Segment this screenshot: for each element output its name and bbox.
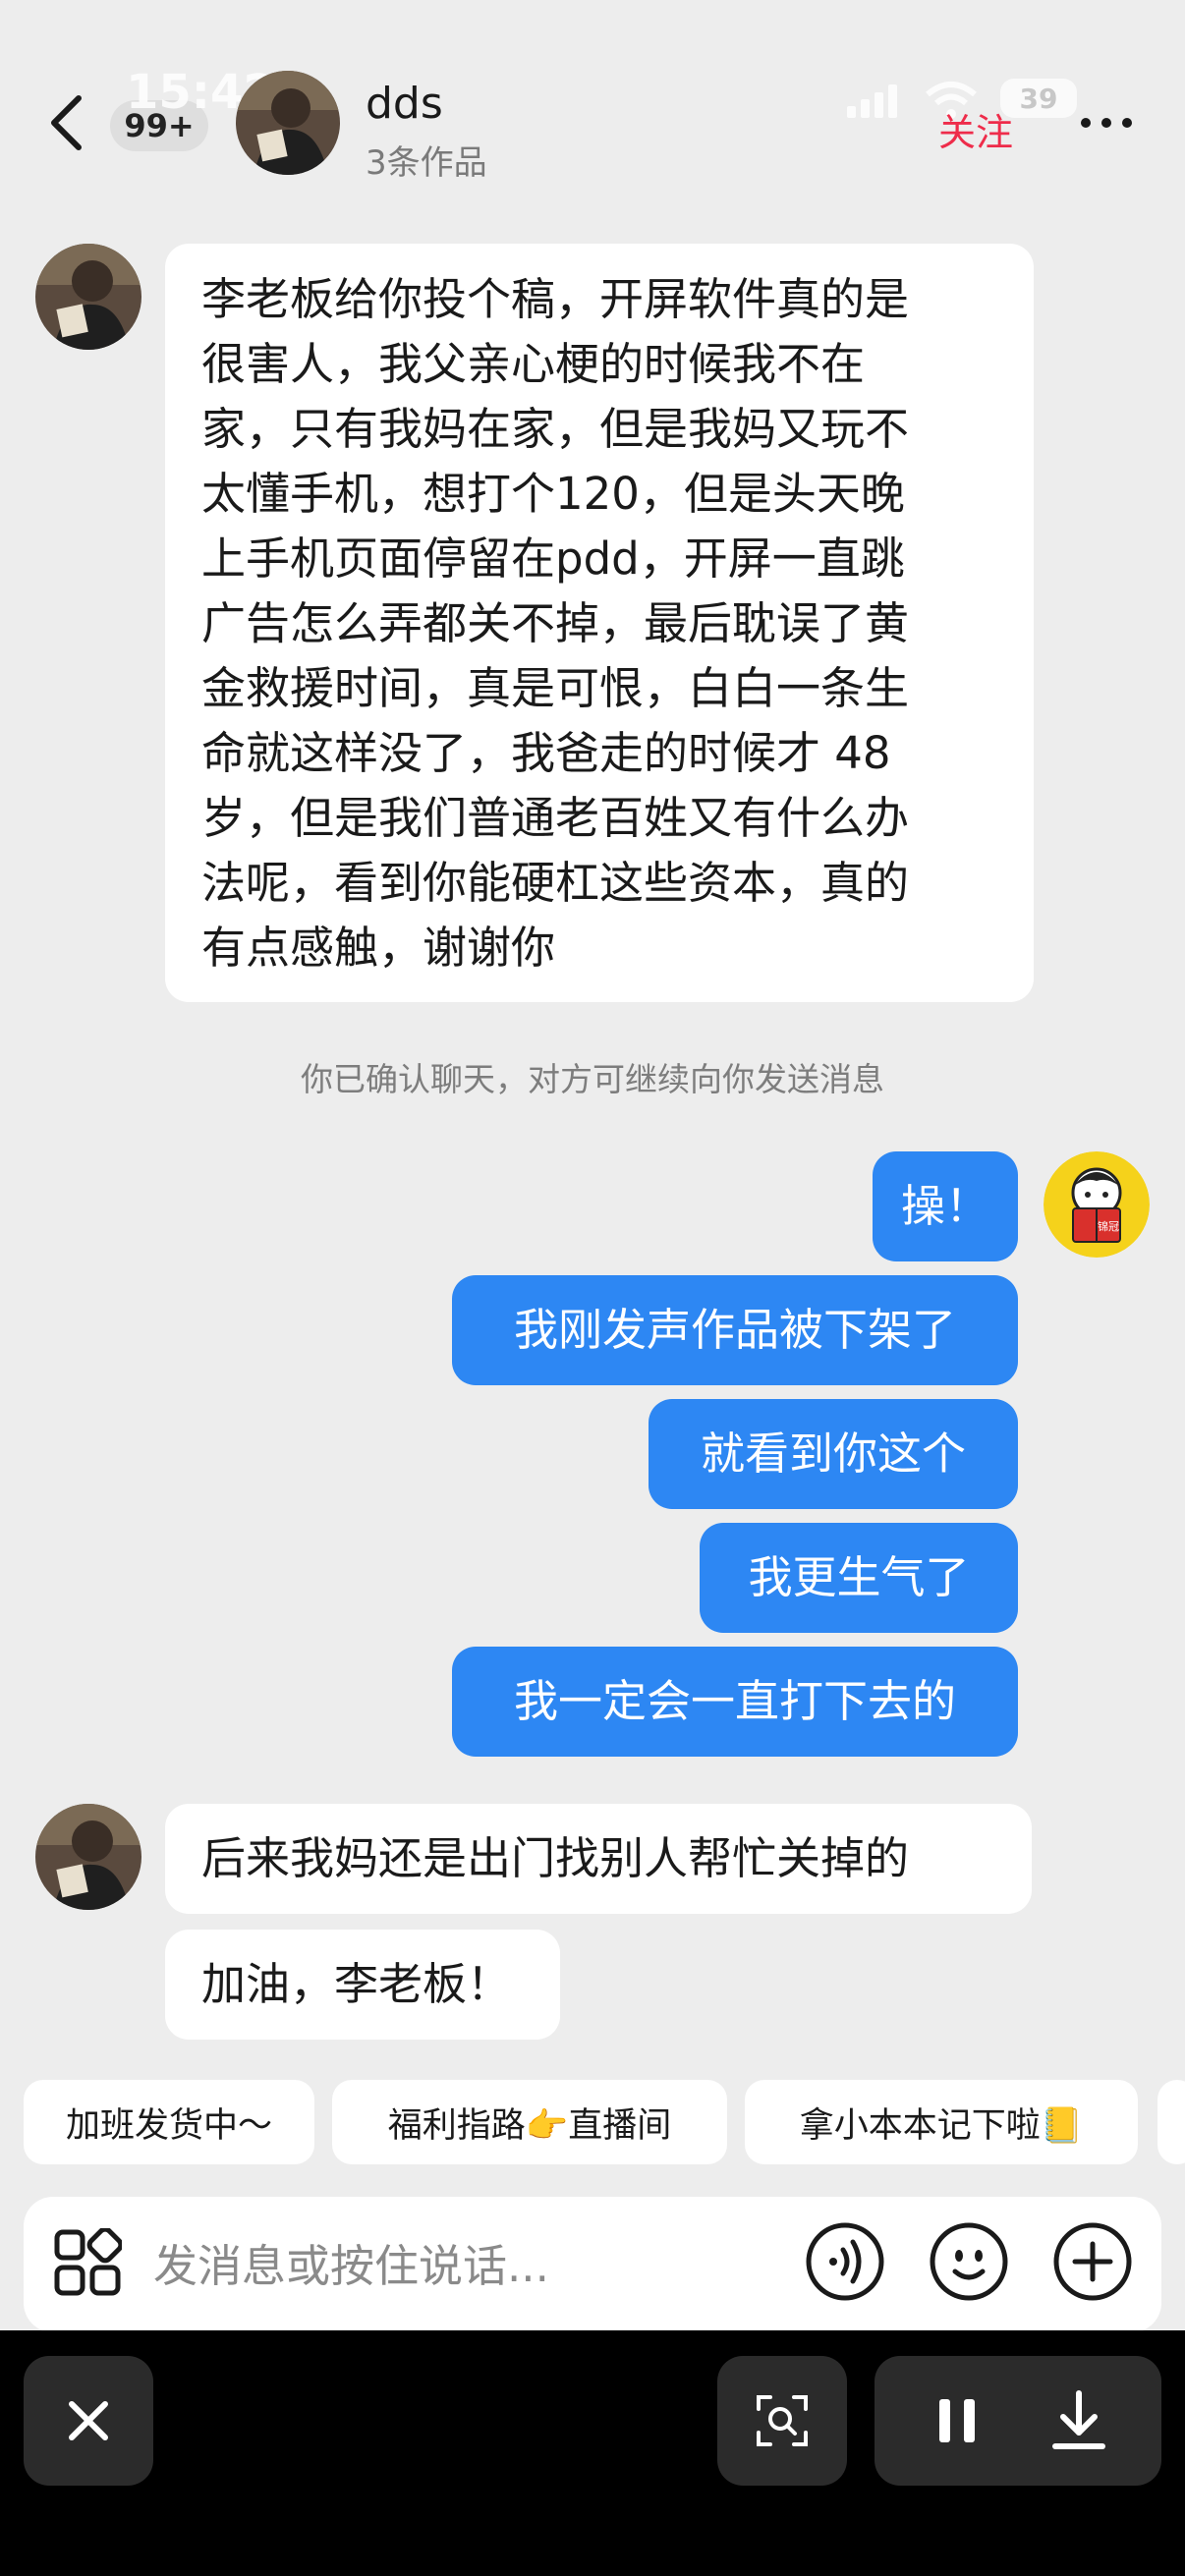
apps-grid-button[interactable] [53,2226,124,2301]
message-bubble-incoming[interactable]: 加油，李老板！ [165,1930,560,2040]
signal-icon [847,84,902,122]
add-button[interactable] [1051,2220,1134,2307]
cartoon-reader-avatar: 锦冠 [1044,1151,1150,1258]
contact-works-count[interactable]: 3条作品 [366,136,487,184]
more-dots-icon [1081,118,1132,128]
back-button[interactable] [39,88,98,157]
message-line: 太懂手机，想打个120，但是头天晚 [201,468,905,520]
playback-controls [875,2356,1161,2486]
message-line: 广告怎么弄都关不掉，最后耽误了黄 [201,597,910,649]
contact-avatar-image [35,244,141,350]
message-line: 李老板给你投个稿，开屏软件真的是 [201,273,910,325]
message-bubble-outgoing[interactable]: 我刚发声作品被下架了 [452,1275,1018,1385]
contact-name: dds [366,79,443,129]
voice-wave-icon [806,2222,884,2301]
voice-button[interactable] [804,2220,886,2307]
message-bubble-outgoing[interactable]: 就看到你这个 [649,1399,1018,1509]
quick-reply-chip-overflow[interactable] [1157,2080,1185,2164]
message-line: 家，只有我妈在家，但是我妈又玩不 [201,403,910,455]
message-bubble-outgoing[interactable]: 我更生气了 [700,1523,1018,1633]
close-button[interactable] [24,2356,153,2486]
message-line: 命就这样没了，我爸走的时候才 48 [201,727,891,779]
smiley-icon [930,2222,1008,2301]
message-bubble-incoming[interactable]: 李老板给你投个稿，开屏软件真的是 很害人，我父亲心梗的时候我不在 家，只有我妈在… [165,244,1034,1002]
message-line: 有点感触，谢谢你 [201,922,556,974]
contact-message-avatar[interactable] [35,1804,141,1910]
download-icon [1052,2390,1105,2449]
system-note: 你已确认聊天，对方可继续向你发送消息 [301,1060,884,1098]
message-line: 岁，但是我们普通老百姓又有什么办 [201,792,910,844]
pause-button[interactable] [930,2393,985,2452]
message-line: 上手机页面停留在pdd，开屏一直跳 [201,532,905,585]
scan-search-icon [757,2395,808,2446]
pause-icon [939,2399,975,2442]
message-bubble-outgoing[interactable]: 我一定会一直打下去的 [452,1647,1018,1757]
apps-grid-icon [54,2226,124,2296]
plus-circle-icon [1053,2222,1132,2301]
contact-message-avatar[interactable] [35,244,141,350]
follow-button[interactable]: 关注 [938,102,1013,156]
quick-reply-chip[interactable]: 加班发货中～ [24,2080,314,2164]
contact-avatar-image [35,1804,141,1910]
my-avatar[interactable]: 锦冠 [1044,1151,1150,1258]
avatar-book-text: 锦冠 [1098,1219,1119,1233]
quick-reply-chip[interactable]: 拿小本本记下啦📒 [745,2080,1138,2164]
close-icon [69,2401,108,2440]
message-line: 很害人，我父亲心梗的时候我不在 [201,338,866,390]
contact-avatar[interactable] [236,71,340,175]
emoji-button[interactable] [928,2220,1010,2307]
more-options-button[interactable] [1077,108,1136,138]
message-input[interactable]: 发消息或按住说话... [153,2230,549,2294]
contact-avatar-image [236,71,340,175]
message-line: 金救援时间，真是可恨，白白一条生 [201,662,910,714]
message-line: 法呢，看到你能硬杠这些资本，真的 [201,857,910,909]
scan-button[interactable] [717,2356,847,2486]
chevron-left-icon [51,95,82,150]
message-bubble-outgoing[interactable]: 操！ [873,1151,1018,1261]
quick-reply-chip[interactable]: 福利指路👉直播间 [332,2080,727,2164]
download-button[interactable] [1049,2389,1108,2456]
message-bubble-incoming[interactable]: 后来我妈还是出门找别人帮忙关掉的 [165,1804,1032,1914]
